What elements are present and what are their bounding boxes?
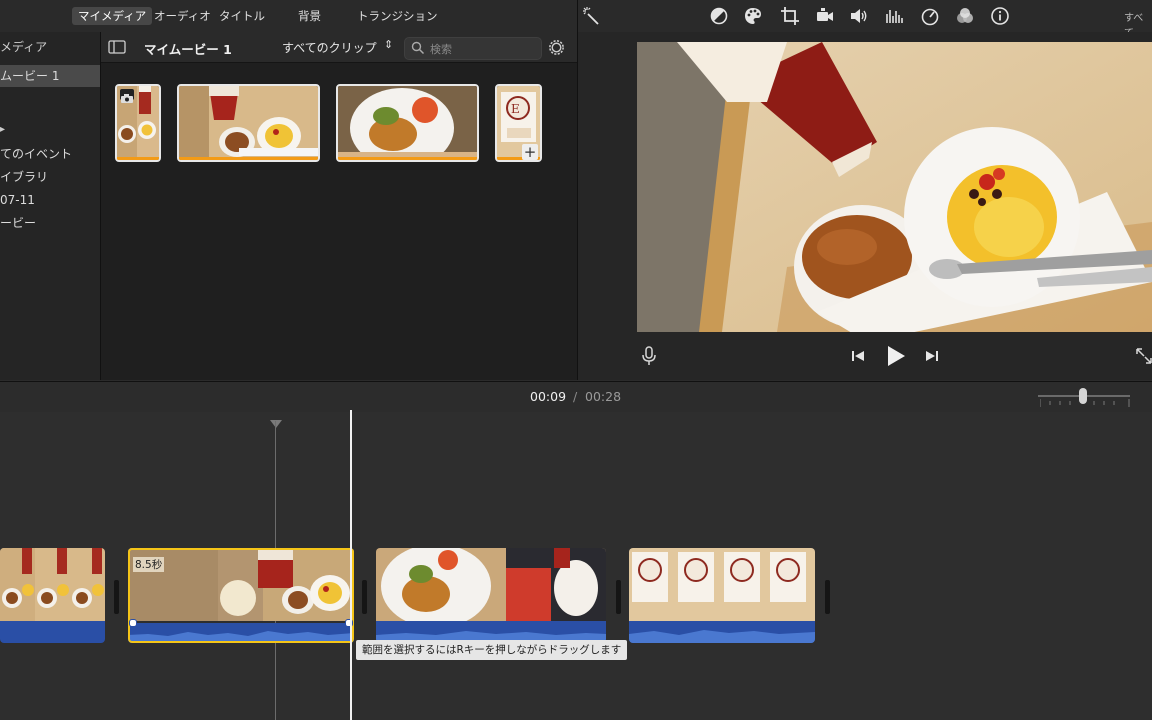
play-icon[interactable]	[885, 344, 907, 368]
browser-clip-1[interactable]	[115, 84, 161, 162]
chevron-updown-icon[interactable]: ⇕	[384, 38, 393, 51]
search-placeholder: 検索	[430, 43, 452, 56]
sidebar-item-event-date[interactable]: 07-11	[0, 189, 35, 211]
tab-transitions[interactable]: トランジション	[351, 7, 444, 25]
equalizer-icon[interactable]	[884, 6, 904, 26]
color-palette-icon[interactable]	[743, 6, 763, 26]
sidebar-item-movies[interactable]: ービー	[0, 212, 36, 234]
project-title: マイムービー 1	[144, 42, 232, 57]
timeline-clip-2-selected[interactable]: 8.5秒	[128, 548, 354, 643]
skimmer-marker-icon	[270, 413, 282, 428]
skip-forward-icon[interactable]	[924, 348, 940, 364]
stabilization-icon[interactable]	[815, 6, 835, 26]
svg-text:E: E	[511, 102, 520, 116]
sidebar-item-library[interactable]: イブラリ	[0, 166, 48, 188]
tab-titles[interactable]: タイトル	[213, 7, 271, 25]
sidebar-header: メディア	[0, 40, 48, 54]
sidebar-toggle-icon[interactable]	[108, 39, 126, 55]
clip-gap-handle[interactable]	[362, 580, 367, 614]
tooltip: 範囲を選択するにはRキーを押しながらドラッグします	[356, 640, 628, 660]
fullscreen-icon[interactable]	[1135, 347, 1152, 365]
browser-clip-2[interactable]	[177, 84, 320, 162]
timeline-clip-1[interactable]	[0, 548, 105, 643]
browser-clip-4[interactable]: E +	[495, 84, 542, 162]
video-preview[interactable]	[637, 42, 1152, 332]
playhead[interactable]	[350, 410, 352, 720]
tab-my-media[interactable]: マイメディア	[72, 7, 153, 25]
disclosure-triangle-icon[interactable]: ▸	[0, 125, 5, 135]
search-input[interactable]: 検索	[404, 37, 542, 60]
clip-gap-handle[interactable]	[114, 580, 119, 614]
clip-gap-handle[interactable]	[825, 580, 830, 614]
magic-wand-icon[interactable]	[582, 6, 602, 26]
timeline-clip-4[interactable]	[629, 548, 815, 643]
info-icon[interactable]	[990, 6, 1010, 26]
audio-waveform	[629, 621, 815, 643]
color-balance-icon[interactable]	[709, 6, 729, 26]
search-icon	[411, 40, 425, 55]
sidebar-item-movie[interactable]: ムービー 1	[0, 65, 59, 87]
timeline-clip-3[interactable]	[376, 548, 606, 643]
browser-clip-3[interactable]	[336, 84, 479, 162]
crop-icon[interactable]	[780, 6, 800, 26]
speed-icon[interactable]	[920, 6, 940, 26]
add-clip-icon[interactable]: +	[522, 144, 538, 160]
volume-icon[interactable]	[849, 6, 869, 26]
tab-audio[interactable]: オーディオ	[148, 7, 217, 25]
audio-fade-handle-left[interactable]	[129, 619, 137, 627]
camera-icon	[120, 89, 134, 103]
zoom-slider-handle[interactable]	[1079, 388, 1087, 404]
clip-duration-badge: 8.5秒	[133, 557, 165, 572]
timecode-separator: /	[573, 389, 578, 404]
tab-backgrounds[interactable]: 背景	[292, 7, 327, 25]
total-timecode: 00:28	[585, 389, 622, 404]
microphone-icon[interactable]	[640, 346, 658, 366]
audio-waveform	[0, 621, 105, 643]
clip-filter-icon[interactable]	[955, 6, 975, 26]
clip-gap-handle[interactable]	[616, 580, 621, 614]
sidebar-item-all-events[interactable]: てのイベント	[0, 143, 72, 165]
skip-back-icon[interactable]	[850, 348, 866, 364]
current-timecode: 00:09	[530, 389, 567, 404]
clip-filter-select[interactable]: すべてのクリップ	[282, 39, 377, 56]
gear-icon[interactable]	[547, 38, 566, 57]
